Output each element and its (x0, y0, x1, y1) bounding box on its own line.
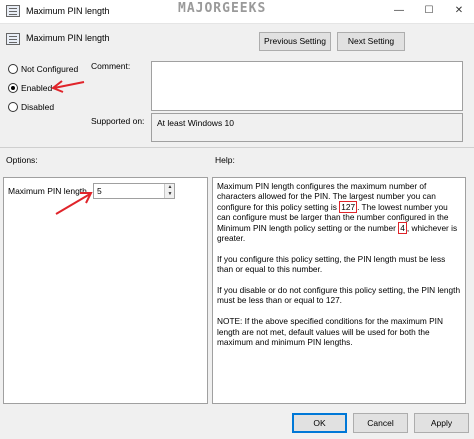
annotation-layer (51, 80, 93, 215)
arrow-to-enabled-icon (51, 80, 85, 93)
arrow-to-spinbox-icon (55, 192, 93, 215)
